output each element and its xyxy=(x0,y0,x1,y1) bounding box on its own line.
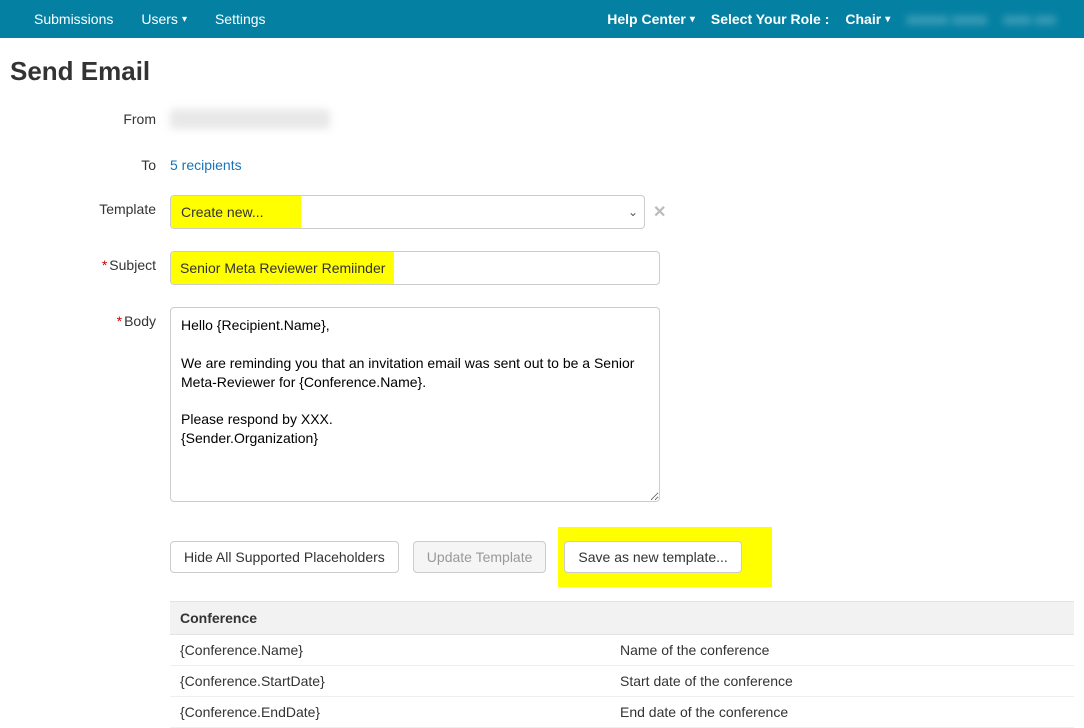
save-highlight: Save as new template... xyxy=(558,527,771,587)
nav-user-redacted[interactable]: xxxxxx xxxxx xyxy=(898,0,995,38)
nav-help-center[interactable]: Help Center▾ xyxy=(599,0,703,38)
nav-role-label: Select Your Role : xyxy=(703,0,838,38)
nav-role-select[interactable]: Chair▾ xyxy=(837,0,898,38)
placeholder-desc: Name of the conference xyxy=(610,635,1074,665)
placeholders-table: Conference {Conference.Name} Name of the… xyxy=(170,601,1074,728)
nav-user-redacted-2[interactable]: xxxx xxx xyxy=(995,0,1064,38)
label-to: To xyxy=(10,151,170,173)
body-textarea[interactable] xyxy=(170,307,660,502)
template-select[interactable]: Create new... ⌄ xyxy=(170,195,645,229)
hide-placeholders-button[interactable]: Hide All Supported Placeholders xyxy=(170,541,399,573)
caret-down-icon: ▾ xyxy=(885,14,890,25)
recipients-link[interactable]: 5 recipients xyxy=(170,157,242,173)
nav-users[interactable]: Users▾ xyxy=(127,0,201,38)
placeholder-key: {Conference.Name} xyxy=(170,635,610,665)
page-content: Send Email From To 5 recipients Template… xyxy=(0,38,1084,728)
label-from: From xyxy=(10,105,170,127)
placeholder-desc: Start date of the conference xyxy=(610,666,1074,696)
table-row: {Conference.Name} Name of the conference xyxy=(170,635,1074,666)
label-body: *Body xyxy=(10,307,170,329)
label-template: Template xyxy=(10,195,170,217)
save-new-template-button[interactable]: Save as new template... xyxy=(564,541,741,573)
top-navbar: Submissions Users▾ Settings Help Center▾… xyxy=(0,0,1084,38)
template-selected-value: Create new... xyxy=(171,196,301,228)
subject-input[interactable] xyxy=(170,251,660,285)
nav-right: Help Center▾ Select Your Role : Chair▾ x… xyxy=(599,0,1064,38)
caret-down-icon: ▾ xyxy=(182,14,187,25)
from-value-redacted xyxy=(170,109,330,129)
table-row: {Conference.EndDate} End date of the con… xyxy=(170,697,1074,728)
placeholder-section-header: Conference xyxy=(170,602,1074,635)
label-subject: *Subject xyxy=(10,251,170,273)
button-row: Hide All Supported Placeholders Update T… xyxy=(170,527,1074,587)
table-row: {Conference.StartDate} Start date of the… xyxy=(170,666,1074,697)
clear-template-icon[interactable]: ✕ xyxy=(653,202,666,222)
placeholder-key: {Conference.StartDate} xyxy=(170,666,610,696)
chevron-down-icon: ⌄ xyxy=(622,205,644,219)
page-title: Send Email xyxy=(10,56,1074,87)
caret-down-icon: ▾ xyxy=(690,14,695,25)
update-template-button[interactable]: Update Template xyxy=(413,541,547,573)
placeholder-key: {Conference.EndDate} xyxy=(170,697,610,727)
nav-left: Submissions Users▾ Settings xyxy=(20,0,280,38)
nav-submissions[interactable]: Submissions xyxy=(20,0,127,38)
nav-settings[interactable]: Settings xyxy=(201,0,280,38)
placeholder-desc: End date of the conference xyxy=(610,697,1074,727)
